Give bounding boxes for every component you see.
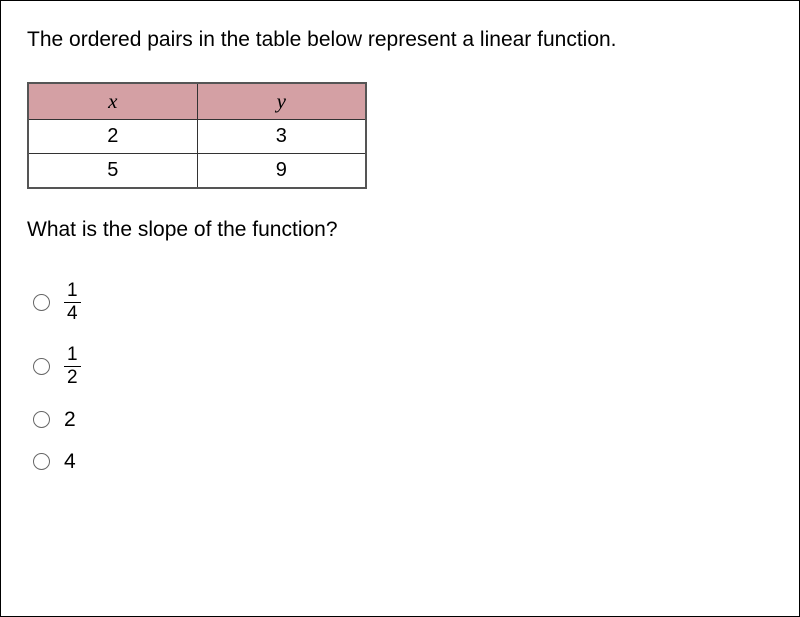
fraction-numerator: 1: [64, 345, 81, 365]
table-row: 2 3: [28, 120, 366, 154]
fraction-numerator: 1: [64, 281, 81, 301]
radio-icon: [33, 453, 50, 470]
options-group: 1 4 1 2 2 4: [33, 271, 773, 483]
cell-x-1: 5: [28, 154, 197, 189]
fraction-denominator: 2: [64, 368, 81, 388]
option-a-label: 1 4: [64, 281, 81, 324]
cell-y-0: 3: [197, 120, 366, 154]
option-b[interactable]: 1 2: [33, 335, 773, 399]
prompt-text: The ordered pairs in the table below rep…: [27, 25, 773, 54]
header-x: x: [28, 83, 197, 120]
radio-icon: [33, 411, 50, 428]
radio-icon: [33, 358, 50, 375]
option-d[interactable]: 4: [33, 441, 773, 483]
cell-y-1: 9: [197, 154, 366, 189]
question-frame: The ordered pairs in the table below rep…: [0, 0, 800, 617]
table-header-row: x y: [28, 83, 366, 120]
option-d-label: 4: [64, 450, 76, 474]
xy-table: x y 2 3 5 9: [27, 82, 367, 189]
question-text: What is the slope of the function?: [27, 215, 773, 244]
fraction-denominator: 4: [64, 304, 81, 324]
header-y: y: [197, 83, 366, 120]
radio-icon: [33, 294, 50, 311]
table-row: 5 9: [28, 154, 366, 189]
option-b-label: 1 2: [64, 345, 81, 388]
option-c[interactable]: 2: [33, 399, 773, 441]
cell-x-0: 2: [28, 120, 197, 154]
option-a[interactable]: 1 4: [33, 271, 773, 335]
option-c-label: 2: [64, 408, 76, 432]
